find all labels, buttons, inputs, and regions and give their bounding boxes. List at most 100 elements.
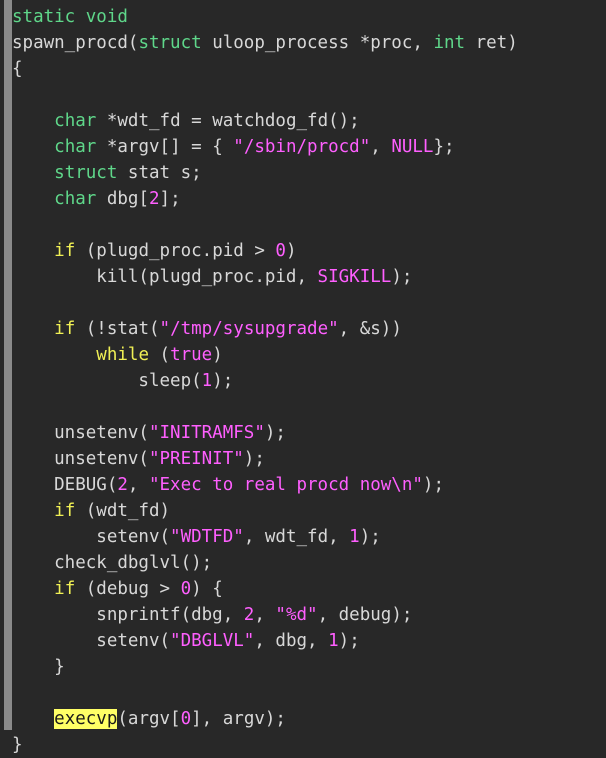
code-token: ); — [391, 267, 413, 287]
code-token: 2 — [243, 605, 255, 625]
code-token: "/tmp/sysupgrade" — [159, 319, 339, 339]
code-token: ( — [148, 345, 171, 365]
code-token: unsetenv( — [12, 449, 149, 469]
code-token: (wdt_fd) — [75, 501, 171, 521]
code-token: } — [12, 657, 65, 677]
code-token: 0 — [180, 709, 192, 729]
code-token: , — [127, 475, 149, 495]
code-token: 0 — [180, 579, 192, 599]
code-token: "WDTFD" — [170, 527, 244, 547]
code-token: if — [54, 241, 76, 261]
code-line: while (true) — [12, 342, 606, 368]
code-token: , dbg, — [254, 631, 329, 651]
code-token: char — [54, 189, 97, 209]
code-token: check_dbglvl(); — [12, 553, 213, 573]
code-token: 1 — [201, 371, 213, 391]
code-line: } — [12, 654, 606, 680]
code-token: ], argv); — [191, 709, 286, 729]
code-token: kill(plugd_proc.pid, — [12, 267, 318, 287]
code-token: 2 — [117, 475, 128, 495]
code-token: ]; — [159, 189, 181, 209]
code-token: "%d" — [275, 605, 318, 625]
code-token: ); — [212, 371, 234, 391]
code-line: char *wdt_fd = watchdog_fd(); — [12, 108, 606, 134]
code-line: kill(plugd_proc.pid, SIGKILL); — [12, 264, 606, 290]
code-token: *wdt_fd = watchdog_fd(); — [96, 111, 360, 131]
code-token: "Exec to real procd now\n" — [148, 475, 423, 495]
code-token: (debug > — [75, 579, 181, 599]
scrollbar-thumb[interactable] — [4, 0, 12, 730]
code-line: char *argv[] = { "/sbin/procd", NULL}; — [12, 134, 606, 160]
code-line: unsetenv("PREINIT"); — [12, 446, 606, 472]
code-token: , debug); — [317, 605, 413, 625]
code-token: char — [54, 137, 97, 157]
code-token: ) — [285, 241, 297, 261]
code-token: NULL — [391, 137, 434, 157]
code-token: ret) — [465, 33, 518, 53]
code-token: (argv[ — [117, 709, 181, 729]
code-token: , wdt_fd, — [243, 527, 350, 547]
code-token: 0 — [275, 241, 286, 261]
code-line: if (wdt_fd) — [12, 498, 606, 524]
code-token: unsetenv( — [12, 423, 149, 443]
code-token: int — [433, 33, 466, 53]
code-line: } — [12, 732, 606, 758]
code-token: 1 — [349, 527, 360, 547]
code-token: 2 — [149, 189, 160, 209]
code-token: struct — [54, 163, 118, 183]
code-token: , — [254, 605, 276, 625]
code-token: "INITRAMFS" — [148, 423, 265, 443]
code-token: static — [12, 7, 76, 27]
code-line: { — [12, 56, 606, 82]
code-token: sleep( — [12, 371, 202, 391]
code-token: SIGKILL — [317, 267, 392, 287]
code-token: DEBUG( — [12, 475, 118, 495]
code-token: ); — [422, 475, 444, 495]
code-token: setenv( — [12, 527, 171, 547]
code-token: , &s)) — [338, 319, 402, 339]
code-line: setenv("WDTFD", wdt_fd, 1); — [12, 524, 606, 550]
code-line: DEBUG(2, "Exec to real procd now\n"); — [12, 472, 606, 498]
code-token: "/sbin/procd" — [233, 137, 371, 157]
code-token: ); — [359, 527, 381, 547]
search-match-token: execvp — [54, 709, 118, 729]
code-token: ) { — [191, 579, 223, 599]
code-token: stat s; — [117, 163, 202, 183]
code-line: setenv("DBGLVL", dbg, 1); — [12, 628, 606, 654]
code-token: while — [96, 345, 149, 365]
code-token: struct — [138, 33, 202, 53]
code-token: *argv[] = { — [96, 137, 234, 157]
code-token: char — [54, 111, 97, 131]
code-token: if — [54, 501, 76, 521]
code-token: ); — [338, 631, 360, 651]
code-token: uloop_process *proc, — [201, 33, 434, 53]
code-token: snprintf(dbg, — [12, 605, 244, 625]
code-line: if (plugd_proc.pid > 0) — [12, 238, 606, 264]
code-line: struct stat s; — [12, 160, 606, 186]
vertical-scrollbar[interactable] — [0, 0, 12, 730]
code-content[interactable]: static void spawn_procd(struct uloop_proc… — [12, 0, 606, 758]
code-token: void — [85, 7, 128, 27]
code-line: if (!stat("/tmp/sysupgrade", &s)) — [12, 316, 606, 342]
code-line: check_dbglvl(); — [12, 550, 606, 576]
code-token: "DBGLVL" — [170, 631, 255, 651]
code-line: unsetenv("INITRAMFS"); — [12, 420, 606, 446]
code-token: 1 — [328, 631, 339, 651]
code-line: spawn_procd(struct uloop_process *proc, … — [12, 30, 606, 56]
code-token: ) — [212, 345, 223, 365]
